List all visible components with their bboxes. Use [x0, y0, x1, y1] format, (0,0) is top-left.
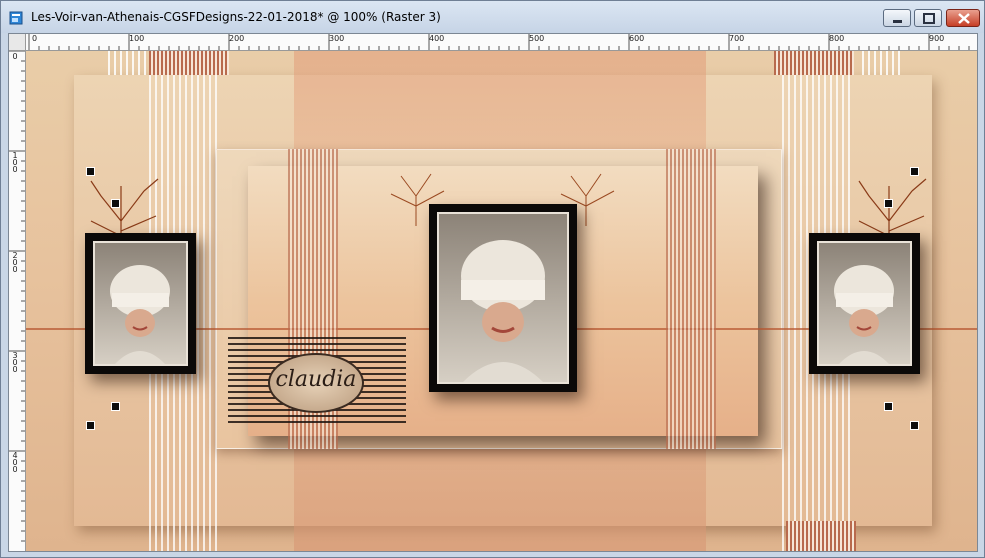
ruler-label: 1 0 0 [12, 151, 18, 174]
horizontal-ruler[interactable]: 0 100 200 300 400 500 600 700 800 900 [26, 34, 977, 51]
accent-stripes [786, 521, 856, 551]
stripe-group [108, 51, 146, 75]
ruler-label: 900 [929, 34, 945, 43]
vertical-ruler[interactable]: 0 1 0 0 2 0 0 3 0 0 4 0 0 [9, 51, 26, 551]
ruler-label: 600 [629, 34, 645, 43]
window-title: Les-Voir-van-Athenais-CGSFDesigns-22-01-… [31, 10, 441, 24]
ruler-label: 2 0 0 [12, 251, 18, 274]
accent-stripes [149, 51, 229, 75]
ruler-label: 800 [829, 34, 845, 43]
ruler-label: 200 [229, 34, 245, 43]
accent-stripes [774, 51, 854, 75]
portrait-frame-right [809, 233, 920, 374]
maximize-button[interactable] [914, 9, 942, 27]
ruler-label: 100 [129, 34, 145, 43]
title-bar[interactable]: Les-Voir-van-Athenais-CGSFDesigns-22-01-… [1, 1, 984, 33]
ruler-label: 400 [429, 34, 445, 43]
accent-stripes [666, 149, 716, 449]
selection-handle[interactable] [86, 421, 95, 430]
ruler-label: 500 [529, 34, 545, 43]
selection-handle[interactable] [111, 199, 120, 208]
selection-handle[interactable] [910, 167, 919, 176]
close-icon [958, 13, 970, 24]
ruler-label: 3 0 0 [12, 351, 18, 374]
ruler-label: 0 [12, 52, 18, 61]
image-canvas[interactable]: claudia [26, 51, 977, 551]
ruler-label: 700 [729, 34, 745, 43]
ruler-label: 300 [329, 34, 345, 43]
ruler-label: 0 [32, 34, 38, 43]
selection-handle[interactable] [111, 402, 120, 411]
watermark-text: claudia [275, 367, 357, 392]
selection-handle[interactable] [884, 402, 893, 411]
portrait-figure [834, 265, 894, 364]
maximize-icon [923, 13, 935, 24]
ruler-label: 4 0 0 [12, 451, 18, 474]
document-window: Les-Voir-van-Athenais-CGSFDesigns-22-01-… [0, 0, 985, 558]
ruler-ticks [9, 51, 25, 542]
portrait-frame-left [85, 233, 196, 374]
minimize-button[interactable] [883, 9, 911, 27]
document-icon [9, 10, 23, 25]
minimize-icon [893, 20, 902, 23]
portrait-figure [461, 240, 545, 382]
portrait-figure [110, 265, 170, 364]
selection-handle[interactable] [86, 167, 95, 176]
selection-handle[interactable] [910, 421, 919, 430]
portrait-frame-center [429, 204, 577, 392]
selection-handle[interactable] [884, 199, 893, 208]
close-button[interactable] [946, 9, 980, 27]
ruler-corner [9, 34, 26, 51]
stripe-group [862, 51, 900, 75]
